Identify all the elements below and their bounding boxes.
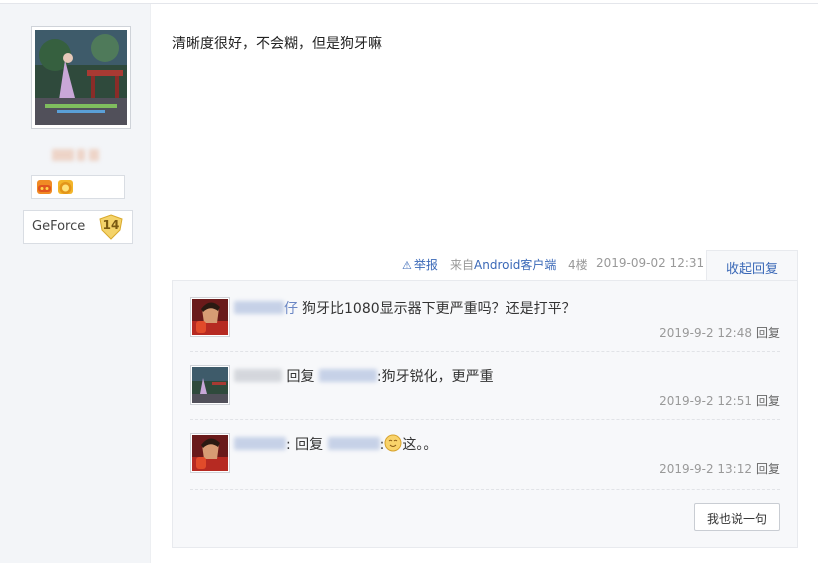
- fighter-avatar-image: [192, 435, 228, 471]
- reply-item: 回复 :狗牙锐化，更严重 2019-9-2 12:51 回复: [190, 365, 780, 415]
- collapse-replies-label: 收起回复: [726, 262, 779, 277]
- medal-icon[interactable]: [58, 180, 73, 194]
- avatar-image: [35, 30, 127, 125]
- reply-colon: :: [286, 437, 291, 453]
- reply-meta: 2019-9-2 13:12 回复: [659, 460, 780, 477]
- reply-text: :狗牙锐化，更严重: [376, 369, 494, 385]
- reply-username-blurred[interactable]: [234, 369, 282, 382]
- post-time: 2019-09-02 12:31: [596, 256, 705, 270]
- reply-meta: 2019-9-2 12:51 回复: [659, 392, 780, 409]
- smiley-emoji-icon: [384, 434, 402, 452]
- author-badges: [31, 175, 125, 199]
- reply-time: 2019-9-2 12:51: [659, 394, 752, 408]
- post-source: 来自Android客户端: [450, 258, 557, 272]
- reply-target-blurred[interactable]: [327, 437, 380, 450]
- reply-button[interactable]: 回复: [756, 394, 780, 408]
- reply-username-blurred[interactable]: [234, 301, 284, 314]
- reply-avatar[interactable]: [190, 297, 230, 337]
- reply-to-prefix: 回复: [295, 437, 324, 453]
- warning-icon: ⚠: [402, 259, 412, 272]
- client-link[interactable]: Android客户端: [474, 258, 556, 272]
- reply-meta: 2019-9-2 12:48 回复: [659, 324, 780, 341]
- collapse-replies-button[interactable]: 收起回复: [706, 250, 798, 281]
- reply-text: 狗牙比1080显示器下更严重吗？还是打平？: [302, 301, 576, 317]
- author-sidebar: GeForce 14: [0, 4, 151, 563]
- reply-item: : 回复 : 这。。 2019-9-2 13:12 回复: [190, 433, 780, 483]
- reply-divider: [190, 351, 780, 352]
- author-username-blurred[interactable]: [52, 146, 100, 164]
- reply-line: 仔狗牙比1080显示器下更严重吗？还是打平？: [234, 298, 576, 318]
- scene-avatar-image: [192, 367, 228, 403]
- reply-time: 2019-9-2 13:12: [659, 462, 752, 476]
- say-something-button[interactable]: 我也说一句: [694, 503, 780, 531]
- reply-to-prefix: 回复: [286, 369, 315, 385]
- reply-username-tail[interactable]: 仔: [284, 301, 298, 317]
- reply-time: 2019-9-2 12:48: [659, 326, 752, 340]
- reply-button[interactable]: 回复: [756, 326, 780, 340]
- reply-button[interactable]: 回复: [756, 462, 780, 476]
- reply-text: 这。。: [402, 437, 438, 453]
- gamepad-icon[interactable]: [37, 180, 52, 194]
- reply-divider: [190, 489, 780, 490]
- reply-line: 回复 :狗牙锐化，更严重: [234, 366, 494, 386]
- post-content: 清晰度很好，不会糊，但是狗牙嘛: [172, 36, 382, 52]
- level-name: GeForce: [32, 219, 86, 234]
- reply-username-blurred[interactable]: [234, 437, 286, 450]
- reply-avatar[interactable]: [190, 365, 230, 405]
- reply-divider: [190, 419, 780, 420]
- floor-number: 4楼: [568, 258, 588, 272]
- say-something-label: 我也说一句: [706, 512, 767, 526]
- reply-line: : 回复 : 这。。: [234, 434, 437, 454]
- level-badge-box[interactable]: GeForce 14: [23, 210, 133, 244]
- report-link[interactable]: ⚠ 举报: [402, 256, 438, 273]
- author-avatar[interactable]: [31, 26, 131, 129]
- reply-avatar[interactable]: [190, 433, 230, 473]
- reply-panel: 仔狗牙比1080显示器下更严重吗？还是打平？ 2019-9-2 12:48 回复 …: [172, 280, 798, 548]
- level-number: 14: [102, 218, 120, 232]
- fighter-avatar-image: [192, 299, 228, 335]
- level-shield-icon: 14: [98, 214, 124, 240]
- reply-target-blurred[interactable]: [318, 369, 377, 382]
- reply-item: 仔狗牙比1080显示器下更严重吗？还是打平？ 2019-9-2 12:48 回复: [190, 297, 780, 347]
